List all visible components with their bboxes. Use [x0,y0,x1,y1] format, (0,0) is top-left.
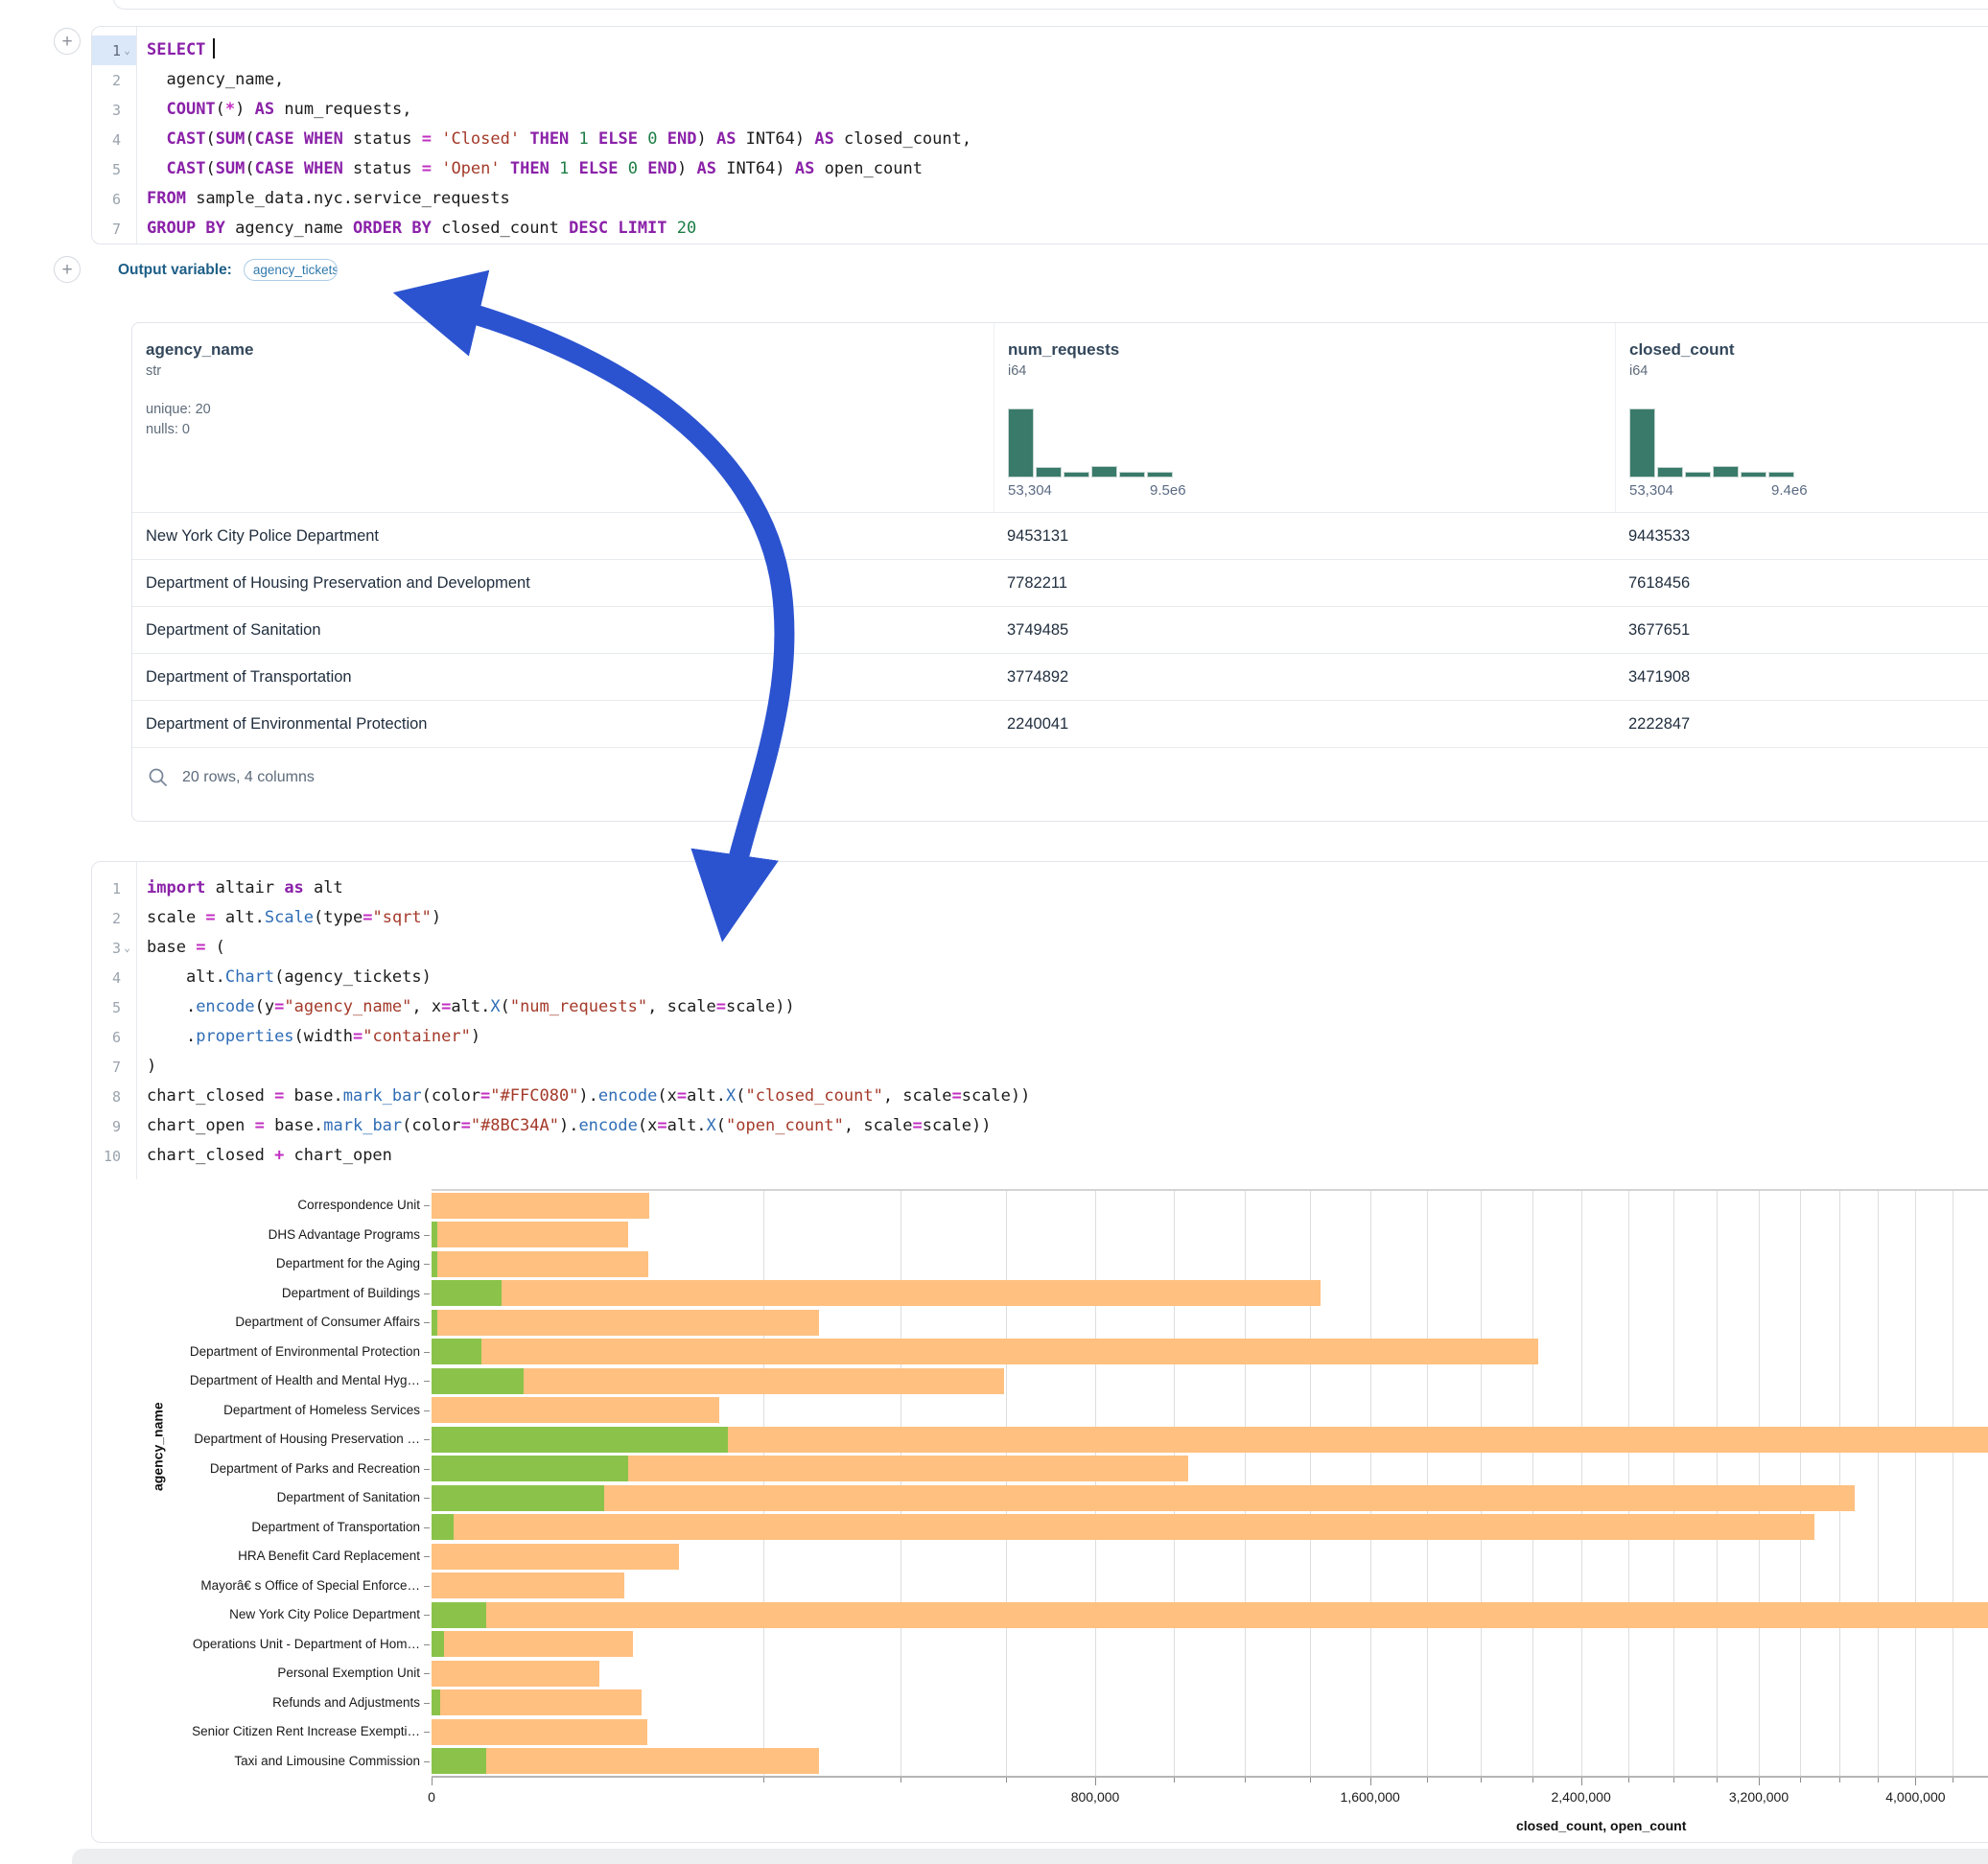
table-cell-value: 7618456 [1615,559,1988,606]
line-number: 6 [92,1022,136,1052]
line-number: 4 [92,125,136,154]
table-cell-agency: Department of Environmental Protection [132,700,994,747]
hist-max-label: 9.4e6 [1771,482,1808,499]
table-cell-agency: Department of Housing Preservation and D… [132,559,994,606]
table-cell-agency: New York City Police Department [132,512,994,559]
line-number: 3⌄ [92,933,136,963]
code-line[interactable]: COUNT(*) AS num_requests, [147,95,1988,125]
column-histogram [1008,405,1173,478]
line-number: 1⌄ [92,35,136,65]
row-count-label: 20 rows, 4 columns [182,769,315,786]
python-line-numbers: 123⌄45678910 [92,862,137,1179]
line-number: 9 [92,1111,136,1141]
sql-code-editor[interactable]: SELECT agency_name, COUNT(*) AS num_requ… [137,27,1988,244]
code-line[interactable]: ) [147,1052,1988,1082]
table-cell-agency: Department of Transportation [132,653,994,700]
line-number: 4 [92,963,136,992]
line-number: 1 [92,874,136,903]
code-line[interactable]: base = ( [147,933,1988,963]
line-number: 2 [92,65,136,95]
code-line[interactable]: SELECT [147,35,1988,65]
table-cell-value: 7782211 [994,559,1615,606]
table-cell-value: 3774892 [994,653,1615,700]
search-icon[interactable] [148,767,169,788]
add-cell-button-top[interactable]: + [54,28,81,55]
code-line[interactable]: CAST(SUM(CASE WHEN status = 'Closed' THE… [147,125,1988,154]
output-variable-row: Output variable: agency_tickets [118,259,338,281]
column-header-num_requests[interactable]: num_requestsi6453,3049.5e6 [994,323,1615,512]
result-table-card: agency_namestrunique: 20nulls: 0num_requ… [131,322,1988,822]
line-number: 2 [92,903,136,933]
python-cell: 123⌄45678910 import altair as altscale =… [91,861,1988,1843]
next-cell-edge [72,1849,1988,1864]
previous-cell-edge [113,0,1988,10]
column-histogram [1629,405,1794,478]
code-line[interactable]: chart_open = base.mark_bar(color="#8BC34… [147,1111,1988,1141]
hist-max-label: 9.5e6 [1150,482,1186,499]
line-number: 6 [92,184,136,214]
code-line[interactable]: scale = alt.Scale(type="sqrt") [147,903,1988,933]
column-header-closed_count[interactable]: closed_counti6453,3049.4e6 [1615,323,1988,512]
code-line[interactable]: .encode(y="agency_name", x=alt.X("num_re… [147,992,1988,1022]
code-line[interactable]: import altair as alt [147,874,1988,903]
code-line[interactable]: CAST(SUM(CASE WHEN status = 'Open' THEN … [147,154,1988,184]
output-variable-label: Output variable: [118,262,232,279]
table-cell-value: 2240041 [994,700,1615,747]
sql-cell: 1⌄234567 SELECT agency_name, COUNT(*) AS… [91,26,1988,245]
line-number: 5 [92,992,136,1022]
line-number: 10 [92,1141,136,1171]
code-line[interactable]: .properties(width="container") [147,1022,1988,1052]
result-table: agency_namestrunique: 20nulls: 0num_requ… [132,323,1988,807]
python-code-editor[interactable]: import altair as altscale = alt.Scale(ty… [137,862,1988,1179]
table-cell-value: 9443533 [1615,512,1988,559]
table-cell-value: 3677651 [1615,606,1988,653]
add-cell-button-middle[interactable]: + [54,256,81,283]
hist-min-label: 53,304 [1008,482,1052,499]
line-number: 5 [92,154,136,184]
code-line[interactable]: FROM sample_data.nyc.service_requests [147,184,1988,214]
hist-min-label: 53,304 [1629,482,1673,499]
code-line[interactable]: alt.Chart(agency_tickets) [147,963,1988,992]
sql-line-numbers: 1⌄234567 [92,27,137,244]
table-cell-value: 3749485 [994,606,1615,653]
table-cell-value: 9453131 [994,512,1615,559]
text-caret [213,38,215,58]
column-header-agency_name[interactable]: agency_namestrunique: 20nulls: 0 [132,323,994,512]
code-line[interactable]: GROUP BY agency_name ORDER BY closed_cou… [147,214,1988,244]
line-number: 3 [92,95,136,125]
code-line[interactable]: chart_closed = base.mark_bar(color="#FFC… [147,1082,1988,1111]
table-cell-value: 3471908 [1615,653,1988,700]
line-number: 7 [92,214,136,244]
line-number: 7 [92,1052,136,1082]
table-cell-agency: Department of Sanitation [132,606,994,653]
output-variable-pill[interactable]: agency_tickets [244,259,338,281]
table-footer: 20 rows, 4 columns [132,747,1988,807]
code-line[interactable]: agency_name, [147,65,1988,95]
code-line[interactable]: chart_closed + chart_open [147,1141,1988,1171]
line-number: 8 [92,1082,136,1111]
table-cell-value: 2222847 [1615,700,1988,747]
